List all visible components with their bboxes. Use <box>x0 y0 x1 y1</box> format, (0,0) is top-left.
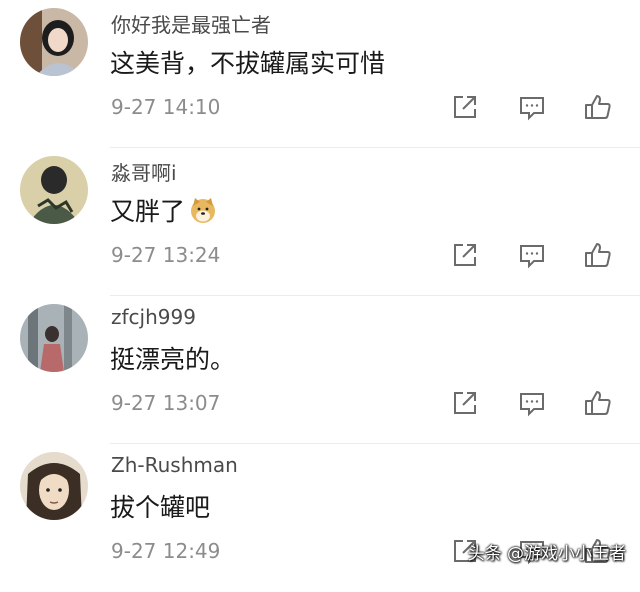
timestamp: 9-27 12:49 <box>111 539 221 563</box>
share-button[interactable] <box>450 240 480 270</box>
comment-icon <box>520 245 544 269</box>
thumbs-up-icon <box>585 243 611 267</box>
like-button[interactable] <box>583 388 613 418</box>
share-button[interactable] <box>450 388 480 418</box>
share-icon <box>454 392 476 414</box>
username[interactable]: zfcjh999 <box>111 305 196 329</box>
comment-text: 拔个罐吧 <box>110 488 210 524</box>
comment-text-content: 这美背，不拔罐属实可惜 <box>110 49 386 78</box>
timestamp: 9-27 13:24 <box>111 243 221 267</box>
username[interactable]: 你好我是最强亡者 <box>111 9 271 38</box>
comment-item: 淼哥啊i 又胖了 9-27 13:24 <box>0 148 640 296</box>
comment-text: 又胖了 <box>110 192 217 228</box>
thumbs-up-icon <box>585 391 611 415</box>
comment-item: 你好我是最强亡者 这美背，不拔罐属实可惜 9-27 14:10 <box>0 0 640 148</box>
comment-text-content: 挺漂亮的。 <box>110 345 236 374</box>
comment-text-content: 拔个罐吧 <box>110 493 211 522</box>
timestamp: 9-27 13:07 <box>111 391 221 415</box>
comment-icon <box>520 393 544 417</box>
username[interactable]: Zh-Rushman <box>111 453 238 477</box>
like-button[interactable] <box>583 92 613 122</box>
avatar[interactable] <box>20 156 88 224</box>
comment-text: 挺漂亮的。 <box>110 340 235 376</box>
comment-icon <box>520 97 544 121</box>
avatar[interactable] <box>20 452 88 520</box>
comment-item: zfcjh999 挺漂亮的。 9-27 13:07 <box>0 296 640 444</box>
doge-emoji-icon <box>189 196 217 224</box>
username[interactable]: 淼哥啊i <box>111 157 177 186</box>
comment-text: 这美背，不拔罐属实可惜 <box>110 44 385 80</box>
reply-button[interactable] <box>517 92 547 122</box>
avatar[interactable] <box>20 8 88 76</box>
reply-button[interactable] <box>517 388 547 418</box>
thumbs-up-icon <box>585 95 611 119</box>
share-icon <box>454 96 476 118</box>
avatar[interactable] <box>20 304 88 372</box>
timestamp: 9-27 14:10 <box>111 95 221 119</box>
like-button[interactable] <box>583 240 613 270</box>
comment-item: Zh-Rushman 拔个罐吧 9-27 12:49 <box>0 444 640 592</box>
comment-text-content: 又胖了 <box>110 197 186 226</box>
share-icon <box>454 244 476 266</box>
share-button[interactable] <box>450 92 480 122</box>
reply-button[interactable] <box>517 240 547 270</box>
watermark: 头条 @游戏小小王者 <box>467 544 626 564</box>
